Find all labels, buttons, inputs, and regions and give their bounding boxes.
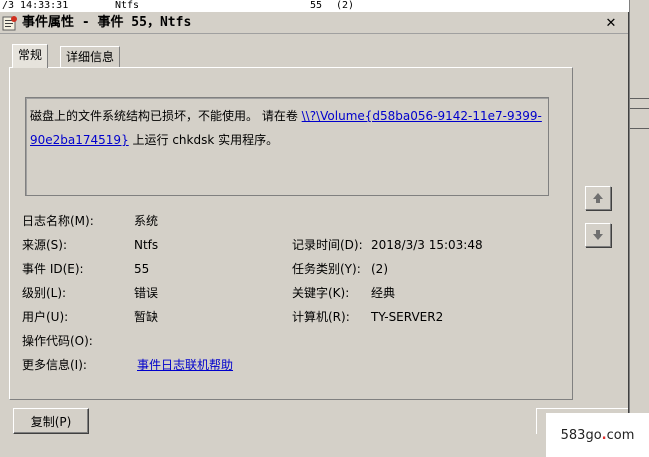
more-info-label: 更多信息(I): <box>22 358 87 372</box>
event-description[interactable]: 磁盘上的文件系统结构已损坏，不能使用。 请在卷 \\?\Volume{d58ba… <box>25 97 549 196</box>
event-properties-dialog: 事件属性 - 事件 55，Ntfs ✕ 常规 详细信息 磁盘上的文件系统结构已损… <box>0 12 629 457</box>
level-label: 级别(L): <box>22 286 67 300</box>
background-event-id: 55 <box>310 0 323 11</box>
keywords-value[interactable]: 经典 <box>371 285 395 301</box>
computer-value[interactable]: TY-SERVER2 <box>371 309 443 325</box>
background-timestamp: /3 14:33:31 <box>2 0 69 11</box>
watermark-text-a: 583go <box>560 427 602 443</box>
site-watermark: 583go. com <box>546 413 649 457</box>
description-text-after: 上运行 chkdsk 实用程序。 <box>128 133 279 147</box>
logged-label: 记录时间(D): <box>292 238 363 252</box>
arrow-up-icon <box>593 193 603 203</box>
background-window-edge <box>629 0 649 457</box>
event-log-icon <box>2 15 18 31</box>
event-id-label: 事件 ID(E): <box>22 262 84 276</box>
watermark-text-b: com <box>606 427 635 443</box>
log-name-label: 日志名称(M): <box>22 214 94 228</box>
user-label: 用户(U): <box>22 310 69 324</box>
description-text-before: 磁盘上的文件系统结构已损坏，不能使用。 请在卷 <box>30 109 302 123</box>
arrow-down-icon <box>593 230 603 240</box>
window-title: 事件属性 - 事件 55，Ntfs <box>22 15 192 30</box>
event-log-online-help-link[interactable]: 事件日志联机帮助 <box>137 357 233 373</box>
tab-general[interactable]: 常规 <box>12 44 49 68</box>
level-value[interactable]: 错误 <box>134 285 158 301</box>
general-tab-panel: 磁盘上的文件系统结构已损坏，不能使用。 请在卷 \\?\Volume{d58ba… <box>9 67 573 400</box>
task-category-label: 任务类别(Y): <box>292 262 361 276</box>
source-label: 来源(S): <box>22 238 68 252</box>
background-category: (2) <box>336 0 355 11</box>
computer-label: 计算机(R): <box>292 310 350 324</box>
close-icon[interactable]: ✕ <box>602 15 620 31</box>
next-event-button[interactable] <box>585 223 611 247</box>
task-category-value[interactable]: (2) <box>371 261 388 277</box>
previous-event-button[interactable] <box>585 186 611 210</box>
background-source: Ntfs <box>115 0 140 11</box>
opcode-label: 操作代码(O): <box>22 334 93 348</box>
log-name-value[interactable]: 系统 <box>134 213 158 229</box>
event-id-value[interactable]: 55 <box>134 261 149 277</box>
title-bar[interactable]: 事件属性 - 事件 55，Ntfs ✕ <box>0 12 628 34</box>
keywords-label: 关键字(K): <box>292 286 350 300</box>
source-value[interactable]: Ntfs <box>134 237 158 253</box>
tab-details[interactable]: 详细信息 <box>60 46 121 68</box>
user-value[interactable]: 暂缺 <box>134 309 158 325</box>
copy-button[interactable]: 复制(P) <box>13 408 89 434</box>
logged-value[interactable]: 2018/3/3 15:03:48 <box>371 237 483 253</box>
